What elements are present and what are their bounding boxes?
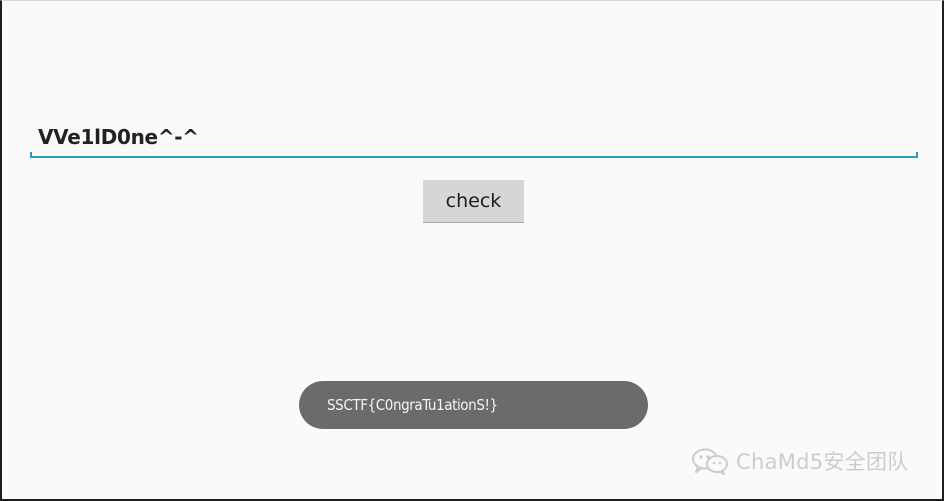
input-underline-left-edge	[30, 152, 32, 158]
toast-message: SSCTF{C0ngraTu1ationS!}	[299, 381, 648, 429]
input-underline-right-edge	[916, 152, 918, 158]
wechat-icon	[692, 448, 728, 475]
watermark-text: ChaMd5安全团队	[736, 450, 909, 474]
watermark: ChaMd5安全团队	[690, 447, 909, 475]
toast-text: SSCTF{C0ngraTu1ationS!}	[327, 396, 498, 414]
app-window: VVe1lD0ne^-^ check SSCTF{C0ngraTu1ationS…	[0, 0, 944, 501]
text-input[interactable]: VVe1lD0ne^-^	[30, 116, 918, 158]
text-input-value: VVe1lD0ne^-^	[38, 125, 199, 149]
check-button[interactable]: check	[423, 180, 524, 223]
